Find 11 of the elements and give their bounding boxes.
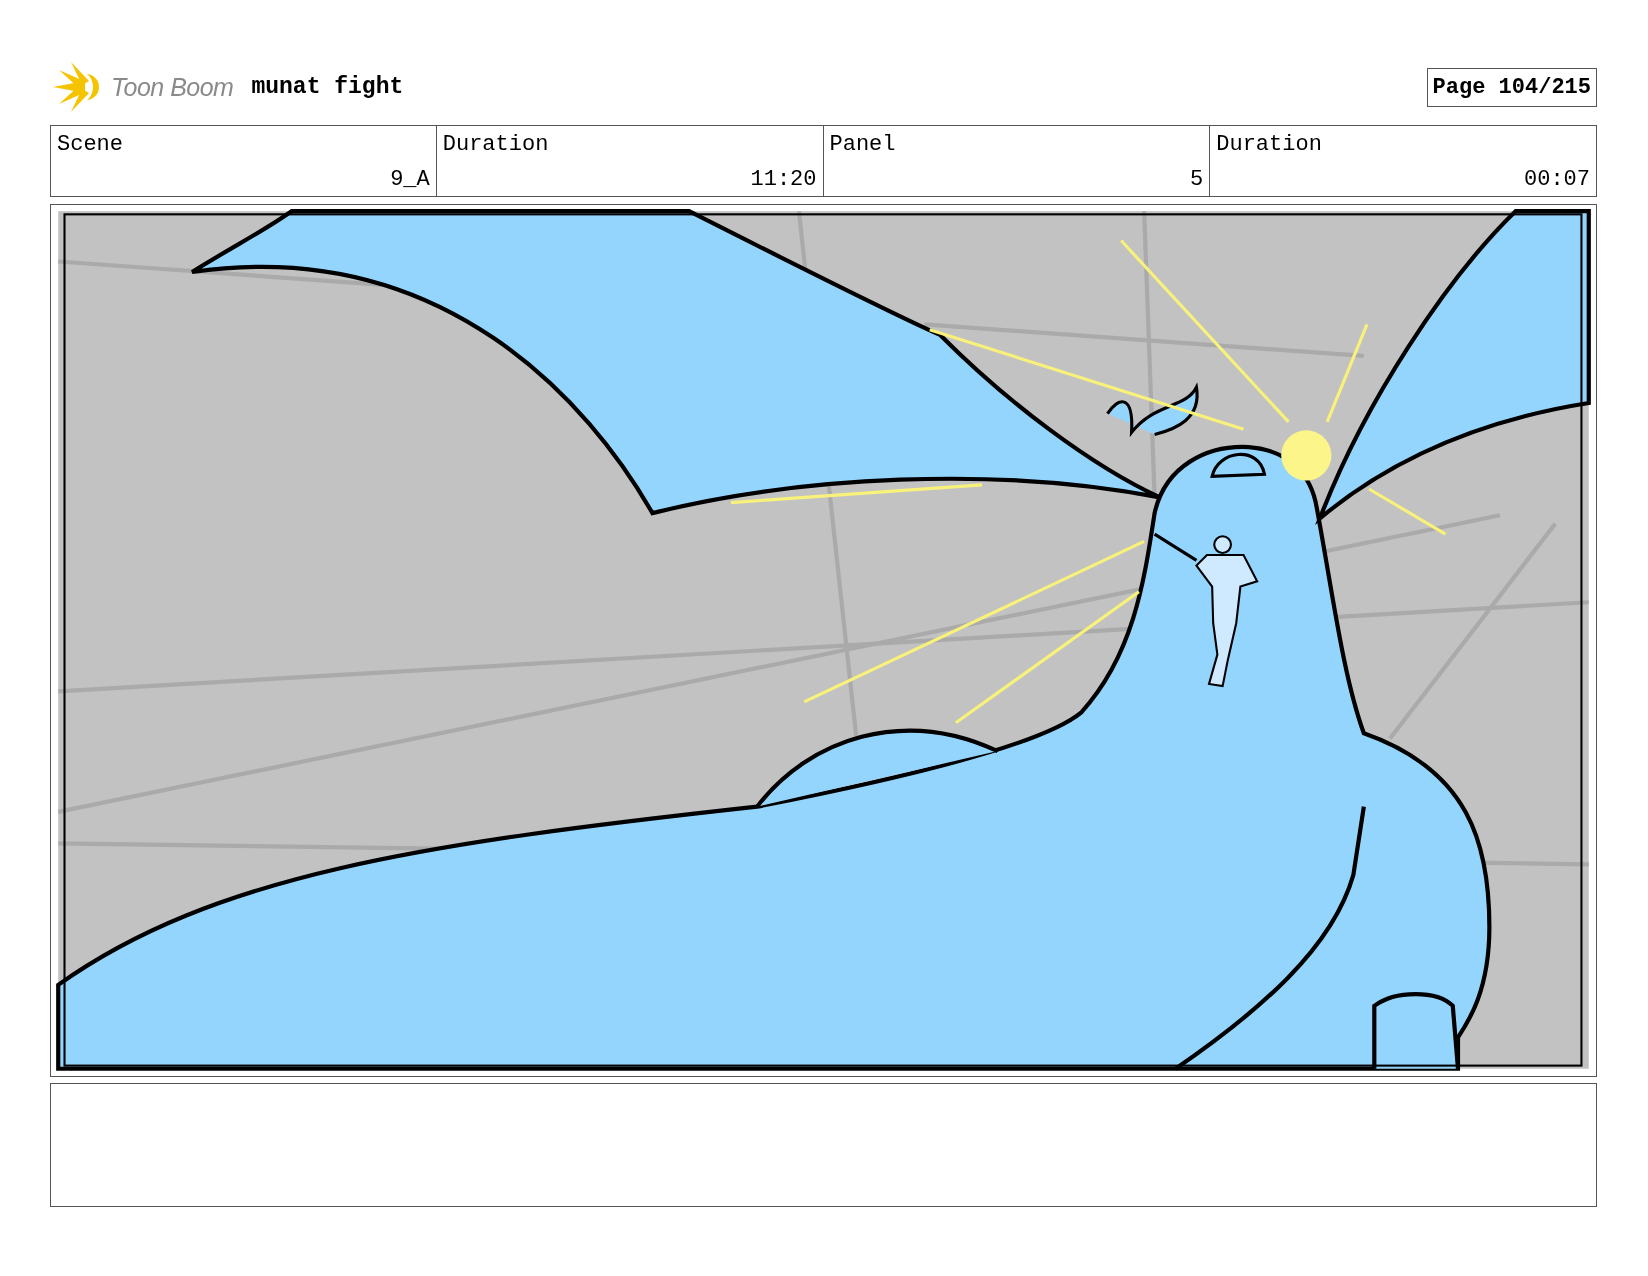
logo-wordmark: Toon Boom <box>111 72 234 102</box>
field-label: Duration <box>442 132 550 157</box>
page-number: Page 104/215 <box>1426 67 1597 107</box>
field-label: Panel <box>829 132 897 157</box>
field-value: 11:20 <box>749 167 817 192</box>
field-value: 5 <box>1189 167 1204 192</box>
field-value: 00:07 <box>1523 167 1590 192</box>
storyboard-title: munat fight <box>251 74 404 100</box>
field-value: 9_A <box>389 167 430 192</box>
field-label: Scene <box>57 132 124 157</box>
field-label: Duration <box>1216 132 1323 157</box>
